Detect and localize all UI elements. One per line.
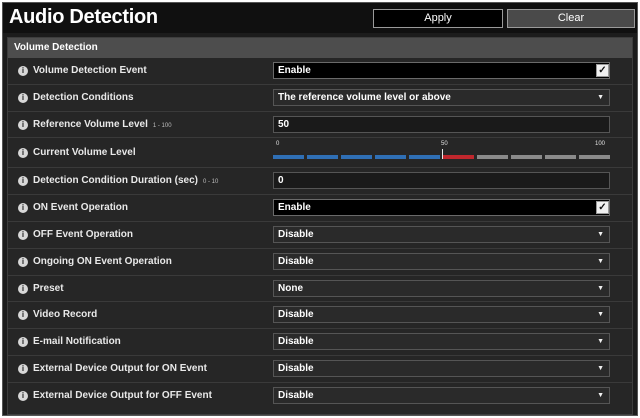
row-detection-condition-duration: i Detection Condition Duration (sec) 0 - … [8, 168, 632, 196]
meter-segment [375, 155, 406, 160]
meter-segment [477, 155, 508, 160]
info-icon[interactable]: i [18, 283, 28, 294]
chevron-down-icon: ▼ [597, 338, 604, 346]
meter-segment [273, 155, 304, 160]
external-output-off-select[interactable]: Disable ▼ [273, 386, 610, 404]
input-value: 0 [278, 175, 284, 187]
reference-volume-level-input[interactable]: 50 [273, 115, 610, 133]
info-icon[interactable]: i [18, 256, 28, 267]
info-icon[interactable]: i [18, 119, 28, 130]
select-value: Disable [278, 255, 314, 267]
chevron-down-icon: ▼ [597, 257, 604, 265]
email-notification-select[interactable]: Disable ▼ [273, 333, 610, 351]
meter-segment [511, 155, 542, 160]
row-on-event-operation: i ON Event Operation Enable ✓ [8, 195, 632, 222]
row-label: Ongoing ON Event Operation [33, 255, 172, 267]
meter-segment [443, 155, 474, 160]
info-icon[interactable]: i [18, 66, 28, 76]
reference-level-marker [441, 149, 443, 160]
select-value: Disable [278, 309, 314, 321]
info-icon[interactable]: i [18, 92, 28, 103]
info-icon[interactable]: i [18, 310, 28, 321]
label-text: Detection Condition Duration (sec) [33, 175, 198, 187]
checkmark-icon[interactable]: ✓ [596, 64, 609, 77]
row-current-volume-level: i Current Volume Level 0 50 100 [8, 138, 632, 169]
range-hint: 1 - 100 [152, 122, 172, 129]
meter-segment [579, 155, 610, 160]
checkmark-icon[interactable]: ✓ [596, 201, 609, 215]
chevron-down-icon: ▼ [597, 284, 604, 292]
row-label: ON Event Operation [33, 202, 129, 214]
select-value: Disable [278, 229, 314, 240]
field-value: Enable [278, 202, 311, 214]
chevron-down-icon: ▼ [597, 391, 604, 399]
clear-button[interactable]: Clear [507, 9, 635, 28]
row-preset: i Preset None ▼ [8, 276, 632, 303]
row-label: Reference Volume Level 1 - 100 [33, 119, 172, 130]
current-volume-meter: 0 50 100 [273, 141, 610, 163]
row-label: E-mail Notification [33, 336, 121, 348]
select-value: None [278, 282, 303, 294]
external-output-on-select[interactable]: Disable ▼ [273, 360, 610, 377]
row-off-event-operation: i OFF Event Operation Disable ▼ [8, 222, 632, 249]
row-label: Detection Conditions [33, 91, 134, 103]
meter-mid-label: 50 [441, 141, 448, 148]
chevron-down-icon: ▼ [597, 231, 604, 238]
info-icon[interactable]: i [18, 364, 28, 374]
page-title: Audio Detection [9, 6, 158, 28]
row-external-output-off: i External Device Output for OFF Event D… [8, 383, 632, 410]
volume-detection-event-checkbox-field[interactable]: Enable ✓ [273, 62, 610, 79]
info-icon[interactable]: i [18, 148, 28, 159]
select-value: Disable [278, 389, 314, 401]
meter-segment [409, 155, 440, 160]
row-label: Detection Condition Duration (sec) 0 - 10 [33, 175, 218, 186]
row-label: External Device Output for ON Event [33, 363, 207, 374]
meter-segment [545, 155, 576, 160]
row-label: Volume Detection Event [33, 65, 147, 76]
row-label: OFF Event Operation [33, 229, 134, 240]
select-value: The reference volume level or above [278, 91, 451, 103]
chevron-down-icon: ▼ [597, 93, 604, 101]
app-window: Audio Detection Apply Clear Volume Detec… [2, 2, 638, 416]
meter-max-label: 100 [595, 141, 606, 148]
info-icon[interactable]: i [18, 390, 28, 401]
meter-min-label: 0 [276, 141, 280, 148]
video-record-select[interactable]: Disable ▼ [273, 306, 610, 324]
row-external-output-on: i External Device Output for ON Event Di… [8, 356, 632, 383]
row-volume-detection-event: i Volume Detection Event Enable ✓ [8, 58, 632, 85]
ongoing-on-event-operation-select[interactable]: Disable ▼ [273, 252, 610, 270]
select-value: Disable [278, 363, 314, 374]
label-text: Reference Volume Level [33, 118, 148, 130]
preset-select[interactable]: None ▼ [273, 279, 610, 297]
info-icon[interactable]: i [18, 230, 28, 240]
info-icon[interactable]: i [18, 337, 28, 348]
row-email-notification: i E-mail Notification Disable ▼ [8, 329, 632, 356]
title-bar: Audio Detection Apply Clear [3, 3, 637, 33]
detection-duration-input[interactable]: 0 [273, 172, 610, 190]
row-label: Current Volume Level [33, 147, 136, 159]
row-detection-conditions: i Detection Conditions The reference vol… [8, 85, 632, 112]
off-event-operation-select[interactable]: Disable ▼ [273, 226, 610, 243]
info-icon[interactable]: i [18, 203, 28, 214]
meter-segment [341, 155, 372, 160]
section-header: Volume Detection [8, 38, 632, 58]
row-ongoing-on-event-operation: i Ongoing ON Event Operation Disable ▼ [8, 249, 632, 276]
chevron-down-icon: ▼ [597, 311, 604, 319]
detection-conditions-select[interactable]: The reference volume level or above ▼ [273, 88, 610, 106]
chevron-down-icon: ▼ [597, 365, 604, 372]
input-value: 50 [278, 118, 290, 130]
info-icon[interactable]: i [18, 176, 28, 187]
range-hint: 0 - 10 [203, 179, 219, 186]
row-reference-volume-level: i Reference Volume Level 1 - 100 50 [8, 112, 632, 139]
row-label: Video Record [33, 309, 98, 321]
select-value: Disable [278, 336, 314, 348]
on-event-operation-checkbox-field[interactable]: Enable ✓ [273, 199, 610, 217]
volume-detection-panel: Volume Detection i Volume Detection Even… [7, 37, 633, 415]
row-label: External Device Output for OFF Event [33, 389, 212, 401]
row-video-record: i Video Record Disable ▼ [8, 302, 632, 330]
row-label: Preset [33, 282, 64, 294]
field-value: Enable [278, 65, 311, 76]
meter-segment [307, 155, 338, 160]
apply-button[interactable]: Apply [373, 9, 503, 28]
